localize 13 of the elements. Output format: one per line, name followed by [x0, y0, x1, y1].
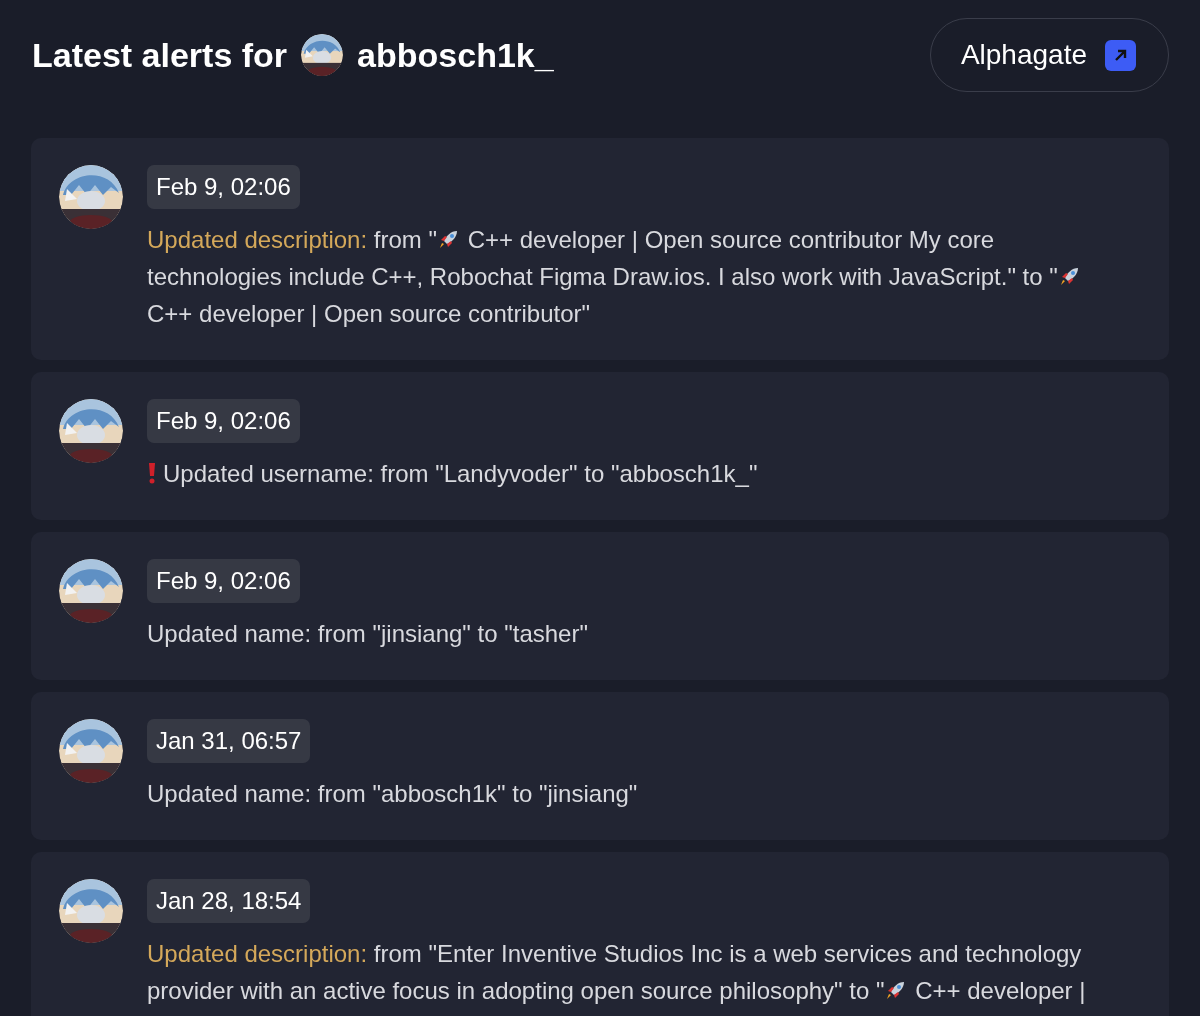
external-link-icon [1105, 39, 1136, 71]
date-badge: Feb 9, 02:06 [147, 399, 300, 443]
alert-message: Updated username: from "Landyvoder" to "abbosch1k_" [147, 455, 788, 492]
date-badge: Jan 31, 06:57 [147, 719, 311, 763]
date-badge: Feb 9, 02:06 [147, 165, 300, 209]
alert-message: Updated description: from "Enter Inventive Studios Inc is a web services and technology provider with an active focus in adopting open source philosophy" to " C++ developer | [147, 939, 1087, 1006]
alert-message: Updated name: from "abbosch1k" to "jinsiang" [147, 779, 639, 809]
alert-message: Updated description: from " C++ developer | Open source contributor My core technologies include C++, Robochat Figma Draw.ios. I also work with JavaScript." to " C++ developer | Open source contributor" [147, 221, 1141, 332]
username: abbosch1k_ [357, 35, 554, 75]
alert-message: Updated name: from "jinsiang" to "tasher" [147, 619, 589, 649]
date-badge: Feb 9, 02:06 [147, 559, 300, 603]
date-badge: Jan 28, 18:54 [147, 879, 311, 923]
page-title: Latest alerts for [32, 35, 288, 75]
